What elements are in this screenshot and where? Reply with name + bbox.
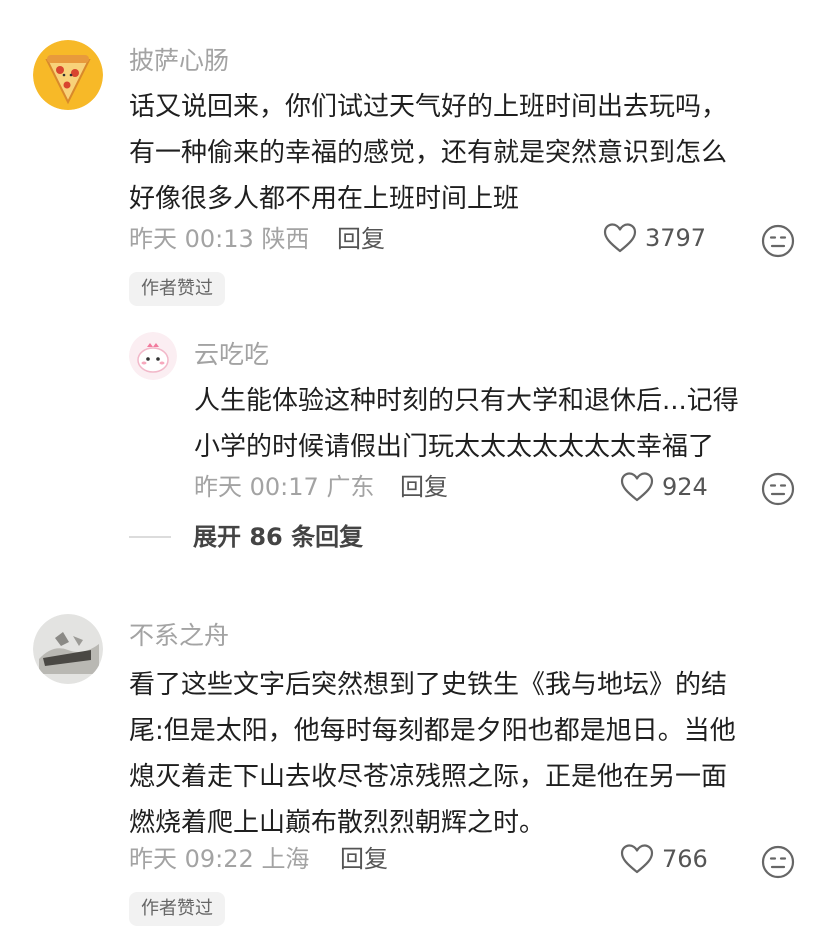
author-liked-badge: 作者赞过	[129, 892, 225, 926]
heart-outline-icon	[603, 223, 637, 253]
timestamp: 昨天 00:13	[129, 225, 254, 253]
like-count: 924	[662, 473, 708, 501]
username[interactable]: 不系之舟	[129, 621, 229, 651]
divider	[129, 536, 171, 538]
comment-text-line: 话又说回来，你们试过天气好的上班时间出去玩吗，	[129, 92, 728, 122]
dislike-button[interactable]	[761, 472, 795, 506]
comment-text: 看了这些文字后突然想到了史铁生《我与地坛》的结 尾:但是太阳，他每时每刻都是夕阳…	[129, 662, 736, 846]
like-button[interactable]: 766	[620, 843, 708, 875]
comment-text: 话又说回来，你们试过天气好的上班时间出去玩吗， 有一种偷来的幸福的感觉，还有就是…	[129, 84, 727, 222]
cartoon-avatar-icon	[129, 332, 177, 380]
meh-face-icon	[761, 224, 795, 258]
like-count: 766	[662, 845, 708, 873]
like-count: 3797	[645, 224, 707, 252]
comment-meta: 昨天 09:22 上海	[129, 844, 309, 874]
reply-text-line: 小学的时候请假出门玩太太太太太太太幸福了	[194, 432, 715, 462]
photo-avatar-icon	[33, 614, 103, 684]
dislike-button[interactable]	[761, 845, 795, 879]
avatar[interactable]	[33, 40, 103, 110]
like-button[interactable]: 924	[620, 471, 708, 503]
comment-text-line: 好像很多人都不用在上班时间上班	[129, 184, 520, 214]
meh-face-icon	[761, 472, 795, 506]
comment-text-line: 尾:但是太阳，他每时每刻都是夕阳也都是旭日。当他	[129, 716, 736, 746]
timestamp: 昨天 09:22	[129, 845, 254, 873]
location: 上海	[261, 845, 310, 873]
expand-replies-button[interactable]: 展开 86 条回复	[129, 522, 363, 552]
heart-outline-icon	[620, 472, 654, 502]
timestamp: 昨天 00:17	[194, 473, 319, 501]
expand-replies-label: 展开 86 条回复	[193, 523, 364, 551]
comment-text-line: 燃烧着爬上山巅布散烈烈朝辉之时。	[129, 808, 546, 838]
meh-face-icon	[761, 845, 795, 879]
pizza-avatar-icon	[33, 40, 103, 110]
comment-meta: 昨天 00:13 陕西	[129, 224, 309, 254]
reply-button[interactable]: 回复	[337, 224, 385, 254]
username[interactable]: 披萨心肠	[129, 46, 229, 76]
author-liked-badge: 作者赞过	[129, 272, 225, 306]
avatar[interactable]	[129, 332, 177, 380]
location: 广东	[326, 473, 375, 501]
reply-text-line: 人生能体验这种时刻的只有大学和退休后...记得	[194, 386, 739, 416]
location: 陕西	[261, 225, 310, 253]
avatar[interactable]	[33, 614, 103, 684]
reply-button[interactable]: 回复	[400, 472, 448, 502]
reply-meta: 昨天 00:17 广东	[194, 472, 374, 502]
username[interactable]: 云吃吃	[194, 340, 269, 370]
comment-text-line: 熄灭着走下山去收尽苍凉残照之际，正是他在另一面	[129, 762, 728, 792]
like-button[interactable]: 3797	[603, 222, 706, 254]
comment-text-line: 有一种偷来的幸福的感觉，还有就是突然意识到怎么	[129, 138, 728, 168]
dislike-button[interactable]	[761, 224, 795, 258]
reply-button[interactable]: 回复	[340, 844, 388, 874]
heart-outline-icon	[620, 844, 654, 874]
reply-text: 人生能体验这种时刻的只有大学和退休后...记得 小学的时候请假出门玩太太太太太太…	[194, 378, 739, 470]
comment-text-line: 看了这些文字后突然想到了史铁生《我与地坛》的结	[129, 670, 728, 700]
